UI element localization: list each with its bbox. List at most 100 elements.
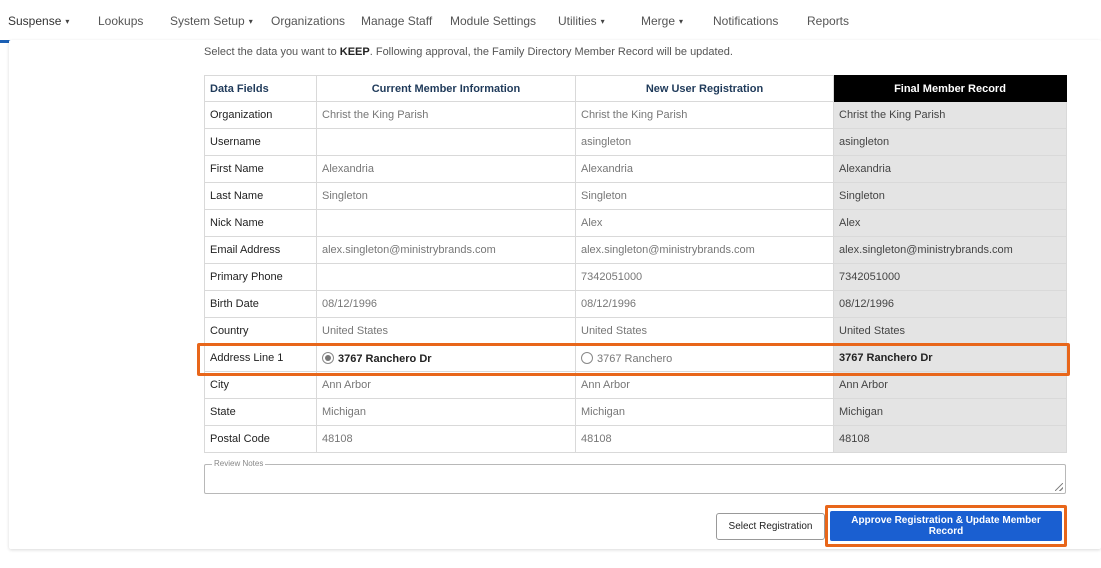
chevron-down-icon: ▾ xyxy=(248,17,253,26)
compare-table: Data Fields Current Member Information N… xyxy=(204,75,1067,453)
field-label: Primary Phone xyxy=(204,263,317,291)
final-value-cell: 7342051000 xyxy=(833,263,1067,291)
table-row: State Michigan Michigan Michigan xyxy=(204,398,1067,426)
current-value-cell: Alexandria xyxy=(316,155,576,183)
radio-new-address[interactable] xyxy=(581,351,593,364)
new-value-cell: United States xyxy=(575,317,834,345)
current-value-cell: Ann Arbor xyxy=(316,371,576,399)
instructions-text: Select the data you want to KEEP. Follow… xyxy=(204,46,733,58)
new-value-cell: Michigan xyxy=(575,398,834,426)
nav-label: System Setup xyxy=(170,14,245,28)
field-label: Organization xyxy=(204,101,317,129)
table-row: Address Line 1 3767 Ranchero Dr 3767 Ranch… xyxy=(204,344,1067,372)
new-value-cell: Christ the King Parish xyxy=(575,101,834,129)
header-data-fields: Data Fields xyxy=(204,75,317,102)
current-value-cell xyxy=(316,209,576,237)
field-label: First Name xyxy=(204,155,317,183)
chevron-down-icon: ▾ xyxy=(600,17,605,26)
table-row: Postal Code 48108 48108 48108 xyxy=(204,425,1067,453)
nav-system-setup[interactable]: System Setup ▾ xyxy=(170,0,253,43)
table-row: Nick Name Alex Alex xyxy=(204,209,1067,237)
final-value-cell: Christ the King Parish xyxy=(833,101,1067,129)
current-value-cell: United States xyxy=(316,317,576,345)
final-value-cell: 3767 Ranchero Dr xyxy=(833,344,1067,372)
nav-notifications[interactable]: Notifications xyxy=(713,0,778,43)
nav-manage-staff[interactable]: Manage Staff xyxy=(361,0,432,43)
approve-registration-button[interactable]: Approve Registration & Update Member Rec… xyxy=(830,511,1062,541)
nav-suspense[interactable]: Suspense ▾ xyxy=(8,0,69,43)
field-label: Birth Date xyxy=(204,290,317,318)
review-notes-field: Review Notes xyxy=(204,459,1066,494)
nav-label: Reports xyxy=(807,14,850,28)
chevron-down-icon: ▾ xyxy=(65,17,70,26)
resize-grip-icon[interactable] xyxy=(1055,483,1063,491)
current-value-cell: Singleton xyxy=(316,182,576,210)
current-value-cell: 48108 xyxy=(316,425,576,453)
new-value-cell: Alex xyxy=(575,209,834,237)
field-label: State xyxy=(204,398,317,426)
header-current-member: Current Member Information xyxy=(316,75,576,102)
table-row: Primary Phone 7342051000 7342051000 xyxy=(204,263,1067,291)
final-value-cell: Michigan xyxy=(833,398,1067,426)
table-row: First Name Alexandria Alexandria Alexandria xyxy=(204,155,1067,183)
header-final-record: Final Member Record xyxy=(833,75,1067,102)
select-registration-button[interactable]: Select Registration xyxy=(716,513,825,540)
nav-label: Merge xyxy=(641,14,676,28)
current-value-cell: Michigan xyxy=(316,398,576,426)
nav-utilities[interactable]: Utilities ▾ xyxy=(558,0,605,43)
final-value-cell: Singleton xyxy=(833,182,1067,210)
nav-lookups[interactable]: Lookups xyxy=(98,0,143,43)
new-value-cell: Alexandria xyxy=(575,155,834,183)
current-value-cell: Christ the King Parish xyxy=(316,101,576,129)
current-value-cell xyxy=(316,263,576,291)
current-value-cell: 08/12/1996 xyxy=(316,290,576,318)
field-label: City xyxy=(204,371,317,399)
final-value-cell: Alex xyxy=(833,209,1067,237)
field-label: Nick Name xyxy=(204,209,317,237)
new-value-cell: Ann Arbor xyxy=(575,371,834,399)
new-value-cell: asingleton xyxy=(575,128,834,156)
instructions-suffix: . Following approval, the Family Directo… xyxy=(369,46,733,58)
address-option-label: 3767 Ranchero Dr xyxy=(338,352,432,365)
table-row: Country United States United States United … xyxy=(204,317,1067,345)
chevron-down-icon: ▾ xyxy=(679,17,684,26)
nav-reports[interactable]: Reports xyxy=(807,0,849,43)
address-option-label: 3767 Ranchero xyxy=(597,352,673,365)
nav-label: Module Settings xyxy=(450,14,537,28)
new-value-cell: 7342051000 xyxy=(575,263,834,291)
new-value-cell: 08/12/1996 xyxy=(575,290,834,318)
field-label: Email Address xyxy=(204,236,317,264)
nav-organizations[interactable]: Organizations xyxy=(271,0,345,43)
nav-label: Lookups xyxy=(98,14,144,28)
new-value-cell: 48108 xyxy=(575,425,834,453)
top-navigation: Suspense ▾ Lookups System Setup ▾ Organizatio… xyxy=(0,0,1101,43)
table-row: Last Name Singleton Singleton Singleton xyxy=(204,182,1067,210)
nav-module-settings[interactable]: Module Settings xyxy=(450,0,536,43)
field-label: Address Line 1 xyxy=(204,344,317,372)
table-row: City Ann Arbor Ann Arbor Ann Arbor xyxy=(204,371,1067,399)
field-label: Last Name xyxy=(204,182,317,210)
current-value-cell xyxy=(316,128,576,156)
field-label: Country xyxy=(204,317,317,345)
nav-label: Notifications xyxy=(713,14,779,28)
table-row: Birth Date 08/12/1996 08/12/1996 08/12/1996 xyxy=(204,290,1067,318)
review-notes-input[interactable] xyxy=(205,465,1065,493)
final-value-cell: 08/12/1996 xyxy=(833,290,1067,318)
table-row: Username asingleton asingleton xyxy=(204,128,1067,156)
table-header-row: Data Fields Current Member Information N… xyxy=(204,75,1067,102)
nav-label: Organizations xyxy=(271,14,346,28)
nav-merge[interactable]: Merge ▾ xyxy=(641,0,683,43)
new-value-cell: alex.singleton@ministrybrands.com xyxy=(575,236,834,264)
header-new-registration: New User Registration xyxy=(575,75,834,102)
field-label: Postal Code xyxy=(204,425,317,453)
nav-label: Utilities xyxy=(558,14,597,28)
current-value-cell[interactable]: 3767 Ranchero Dr xyxy=(316,344,576,372)
new-value-cell[interactable]: 3767 Ranchero xyxy=(575,344,834,372)
current-value-cell: alex.singleton@ministrybrands.com xyxy=(316,236,576,264)
final-value-cell: Alexandria xyxy=(833,155,1067,183)
table-row: Organization Christ the King Parish Christ… xyxy=(204,101,1067,129)
new-value-cell: Singleton xyxy=(575,182,834,210)
table-row: Email Address alex.singleton@ministrybran… xyxy=(204,236,1067,264)
instructions-keyword: KEEP xyxy=(339,46,370,58)
radio-current-address[interactable] xyxy=(322,351,334,364)
